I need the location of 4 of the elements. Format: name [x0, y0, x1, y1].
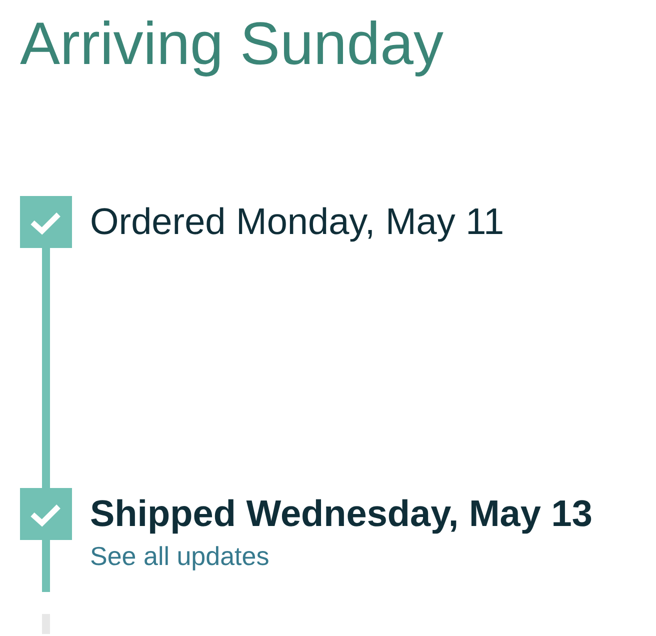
step-label: Shipped Wednesday, May 13 [90, 492, 592, 536]
step-label: Ordered Monday, May 11 [90, 200, 504, 244]
see-all-updates-link[interactable]: See all updates [90, 540, 270, 572]
arrival-heading: Arriving Sunday [20, 9, 444, 79]
